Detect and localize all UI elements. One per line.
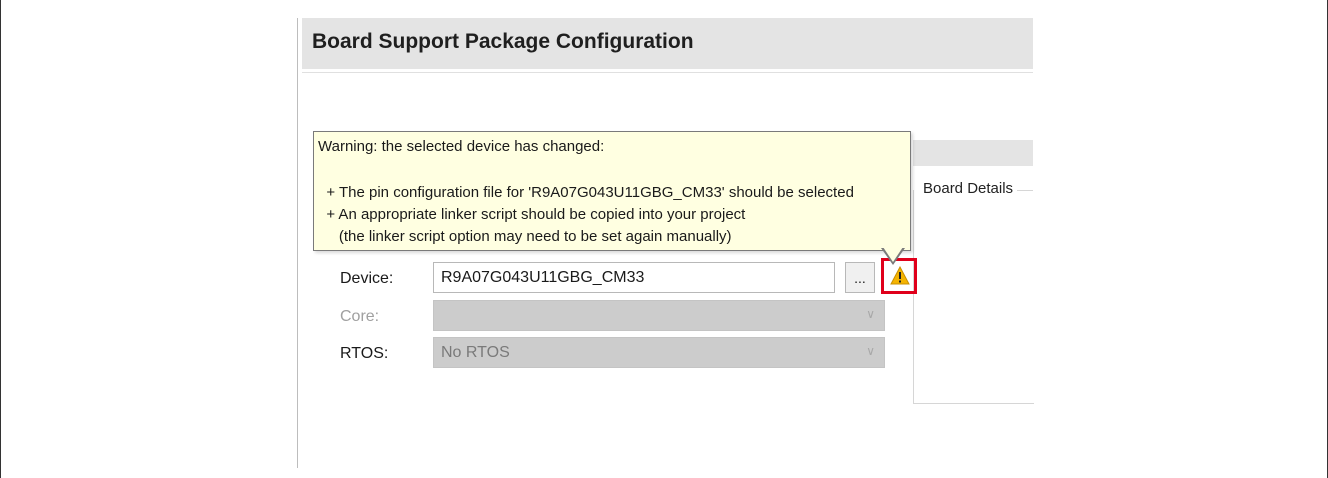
chevron-down-icon: ∨ [866,344,875,358]
device-label: Device: [340,270,394,287]
board-details-label: Board Details [921,180,1016,197]
warning-triangle-icon[interactable] [890,266,910,285]
rtos-select[interactable]: No RTOS ∨ [433,337,885,368]
tooltip-line: + An appropriate linker script should be… [318,206,746,223]
tooltip-line: (the linker script option may need to be… [318,228,732,245]
header-divider [302,72,1033,73]
board-details-group [913,190,1034,404]
page-title: Board Support Package Configuration [312,30,694,53]
section-header: Board Support Package Configuration [302,18,1033,69]
rtos-select-value: No RTOS [441,344,510,361]
board-details-group-line [1017,190,1033,191]
browse-device-button[interactable]: ... [845,262,875,293]
tooltip-line: + The pin configuration file for 'R9A07G… [318,184,854,201]
right-panel-header [913,140,1033,166]
device-field-value: R9A07G043U11GBG_CM33 [441,269,645,286]
chevron-down-icon: ∨ [866,307,875,321]
screenshot-frame-left [0,0,1,478]
warning-tooltip: Warning: the selected device has changed… [313,131,911,251]
core-select[interactable]: ∨ [433,300,885,331]
device-field[interactable]: R9A07G043U11GBG_CM33 [433,262,835,293]
core-label: Core: [340,308,380,325]
tooltip-tail-fill [883,247,903,262]
rtos-label: RTOS: [340,345,389,362]
panel-left-border [297,18,298,468]
tooltip-line: Warning: the selected device has changed… [318,138,605,155]
